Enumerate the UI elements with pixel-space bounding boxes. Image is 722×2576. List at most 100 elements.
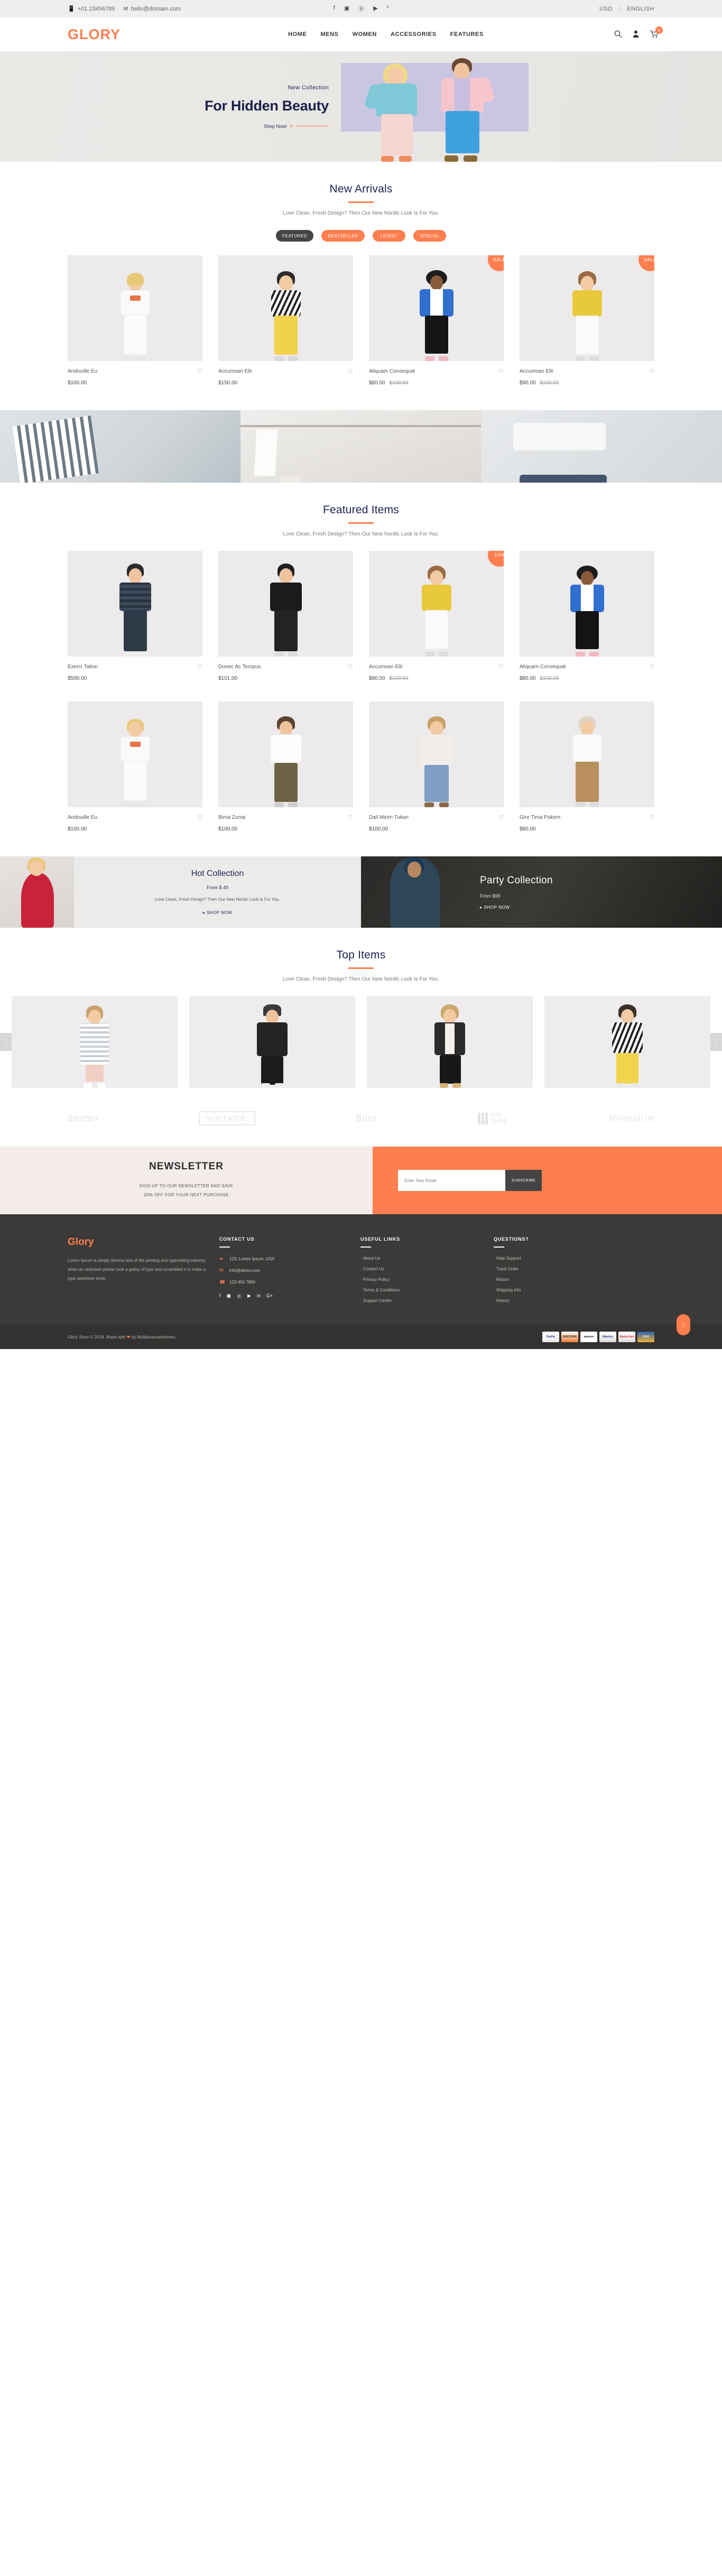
product-card[interactable]: 10% Accumsan Elit ♡ $90.00 $100.00 xyxy=(369,551,504,681)
filter-tab-bestseller[interactable]: BESTSELLER xyxy=(321,230,365,242)
pinterest-icon[interactable]: Ⓟ xyxy=(237,1293,242,1300)
footer-logo[interactable]: Glory xyxy=(68,1236,208,1248)
nav-item-home[interactable]: HOME xyxy=(288,31,307,38)
wishlist-heart-icon[interactable]: ♡ xyxy=(649,368,654,375)
googleplus-icon[interactable]: G+ xyxy=(266,1293,273,1300)
wishlist-heart-icon[interactable]: ♡ xyxy=(197,663,202,670)
product-card[interactable]: Dail Miren Tukan ♡ $100.00 xyxy=(369,701,504,832)
product-image[interactable] xyxy=(218,701,353,807)
wishlist-heart-icon[interactable]: ♡ xyxy=(498,814,504,821)
product-image[interactable] xyxy=(369,701,504,807)
footer-link-contact-us[interactable]: Contact Us xyxy=(360,1267,482,1271)
hot-collection-shop-now-button[interactable]: ▸ SHOP NOW xyxy=(203,910,233,915)
footer-link-help-support[interactable]: Help Support xyxy=(494,1256,654,1261)
product-figure xyxy=(116,718,154,807)
wishlist-heart-icon[interactable]: ♡ xyxy=(649,663,654,670)
footer-phone[interactable]: ☎ 123 456 7890 xyxy=(219,1279,349,1285)
footer-link-about-us[interactable]: About Us xyxy=(360,1256,482,1261)
footer-link-track-order[interactable]: Track Order xyxy=(494,1267,654,1271)
language-selector[interactable]: ENGLISH xyxy=(627,6,654,12)
wishlist-heart-icon[interactable]: ♡ xyxy=(498,368,504,375)
carousel-item[interactable] xyxy=(189,996,355,1088)
product-card[interactable]: SALE Accumsan Elit ♡ xyxy=(520,255,654,386)
filter-tab-featured[interactable]: FEATURED xyxy=(276,230,314,242)
product-image[interactable] xyxy=(218,551,353,657)
newsletter-email-input[interactable] xyxy=(398,1170,505,1191)
cart-icon[interactable]: 0 xyxy=(650,26,663,39)
instagram-icon[interactable]: ▣ xyxy=(344,5,349,13)
footer-link-support-center[interactable]: Support Center xyxy=(360,1298,482,1303)
party-collection-banner[interactable]: Party Collection From $99 ▸ SHOP NOW xyxy=(361,856,722,928)
carousel-prev-button[interactable]: ‹ xyxy=(0,1033,12,1051)
product-image[interactable] xyxy=(218,255,353,361)
linkedin-icon[interactable]: in xyxy=(257,1293,261,1300)
carousel-item[interactable] xyxy=(12,996,178,1088)
newsletter-section: NEWSLETTER SIGN UP TO OUR NEWSLETTER AND… xyxy=(0,1147,722,1214)
product-image[interactable]: 10% xyxy=(369,551,504,657)
product-image[interactable]: SALE xyxy=(369,255,504,361)
nav-item-mens[interactable]: MENS xyxy=(320,31,338,38)
product-card[interactable]: Accumsan Elit ♡ $150.00 xyxy=(218,255,353,386)
strip-image-bags[interactable] xyxy=(0,410,241,483)
product-card[interactable]: Donec Ac Tempus ♡ $101.00 xyxy=(218,551,353,681)
product-image[interactable] xyxy=(520,701,654,807)
hot-collection-banner[interactable]: Hot Collection From $ 49 Love Clean, Fre… xyxy=(0,856,361,928)
carousel-next-button[interactable]: › xyxy=(710,1033,722,1051)
site-logo[interactable]: GLORY xyxy=(68,26,121,43)
topbar-phone[interactable]: 📱 +01 23456789 xyxy=(68,5,115,13)
currency-selector[interactable]: USD xyxy=(599,6,613,12)
carousel-item[interactable] xyxy=(544,996,710,1088)
newsletter-subscribe-button[interactable]: SUBSCRIBE xyxy=(505,1170,542,1191)
product-card[interactable]: Andouille Eu ♡ $100.00 xyxy=(68,255,202,386)
wishlist-heart-icon[interactable]: ♡ xyxy=(348,814,353,821)
section-subtitle: Love Clean, Fresh Design? Then Our New N… xyxy=(283,210,439,216)
footer-link-privacy-policy[interactable]: Privacy Policy xyxy=(360,1277,482,1282)
strip-image-folded-shirts[interactable] xyxy=(481,410,722,483)
hero-model-male xyxy=(431,58,496,162)
wishlist-heart-icon[interactable]: ♡ xyxy=(197,814,202,821)
strip-image-clothes-rack[interactable] xyxy=(240,410,482,483)
filter-tab-latest[interactable]: LATEST xyxy=(372,230,405,242)
filter-tab-special[interactable]: SPECIAL xyxy=(413,230,446,242)
footer-link-terms-conditions[interactable]: Terms & Conditions xyxy=(360,1288,482,1292)
product-image[interactable] xyxy=(68,551,202,657)
section-subtitle: Love Clean, Fresh Design? Then Our New N… xyxy=(283,976,439,982)
footer-link-shipping-info[interactable]: Shipping Info xyxy=(494,1288,654,1292)
wishlist-heart-icon[interactable]: ♡ xyxy=(348,368,353,375)
carousel-item[interactable] xyxy=(367,996,533,1088)
model-shoe-left xyxy=(445,155,458,162)
pinterest-icon[interactable]: Ⓟ xyxy=(358,5,364,13)
footer-link-history[interactable]: History xyxy=(494,1298,654,1303)
wishlist-heart-icon[interactable]: ♡ xyxy=(649,814,654,821)
topbar-email[interactable]: ✉ hello@domain.com xyxy=(123,5,181,13)
product-image[interactable] xyxy=(520,551,654,657)
product-card[interactable]: Bima Zuma ♡ $100.00 xyxy=(218,701,353,832)
search-icon[interactable] xyxy=(614,30,623,39)
facebook-icon[interactable]: f xyxy=(334,5,335,13)
product-price-old: $100.00 xyxy=(389,380,409,386)
product-card[interactable]: Aliquam Consequat ♡ $80.00 $100.00 xyxy=(520,551,654,681)
product-image[interactable] xyxy=(68,255,202,361)
youtube-icon[interactable]: ▶ xyxy=(373,5,377,13)
product-card[interactable]: SALE Aliquam Consequat ♡ xyxy=(369,255,504,386)
wishlist-heart-icon[interactable]: ♡ xyxy=(197,368,202,375)
back-to-top-button[interactable]: ↑ xyxy=(677,1314,690,1335)
product-card[interactable]: Andouille Eu ♡ $100.00 xyxy=(68,701,202,832)
facebook-icon[interactable]: f xyxy=(219,1293,221,1300)
instagram-icon[interactable]: ▣ xyxy=(227,1293,232,1300)
footer-email[interactable]: ✉ info@demo.com xyxy=(219,1268,349,1273)
product-card[interactable]: Gire Tima Pokem ♡ $80.00 xyxy=(520,701,654,832)
nav-item-women[interactable]: WOMEN xyxy=(353,31,377,38)
user-account-icon[interactable] xyxy=(632,30,641,39)
twitter-icon[interactable]: ᵛ xyxy=(387,5,389,13)
product-card[interactable]: Exerci Tation ♡ $500.00 xyxy=(68,551,202,681)
nav-item-accessories[interactable]: ACCESSORIES xyxy=(391,31,437,38)
wishlist-heart-icon[interactable]: ♡ xyxy=(348,663,353,670)
wishlist-heart-icon[interactable]: ♡ xyxy=(498,663,504,670)
footer-link-return[interactable]: Return xyxy=(494,1277,654,1282)
product-image[interactable] xyxy=(68,701,202,807)
youtube-icon[interactable]: ▶ xyxy=(247,1293,251,1300)
product-image[interactable]: SALE xyxy=(520,255,654,361)
nav-item-features[interactable]: FEATURES xyxy=(450,31,484,38)
party-collection-shop-now-button[interactable]: ▸ SHOP NOW xyxy=(480,905,553,910)
